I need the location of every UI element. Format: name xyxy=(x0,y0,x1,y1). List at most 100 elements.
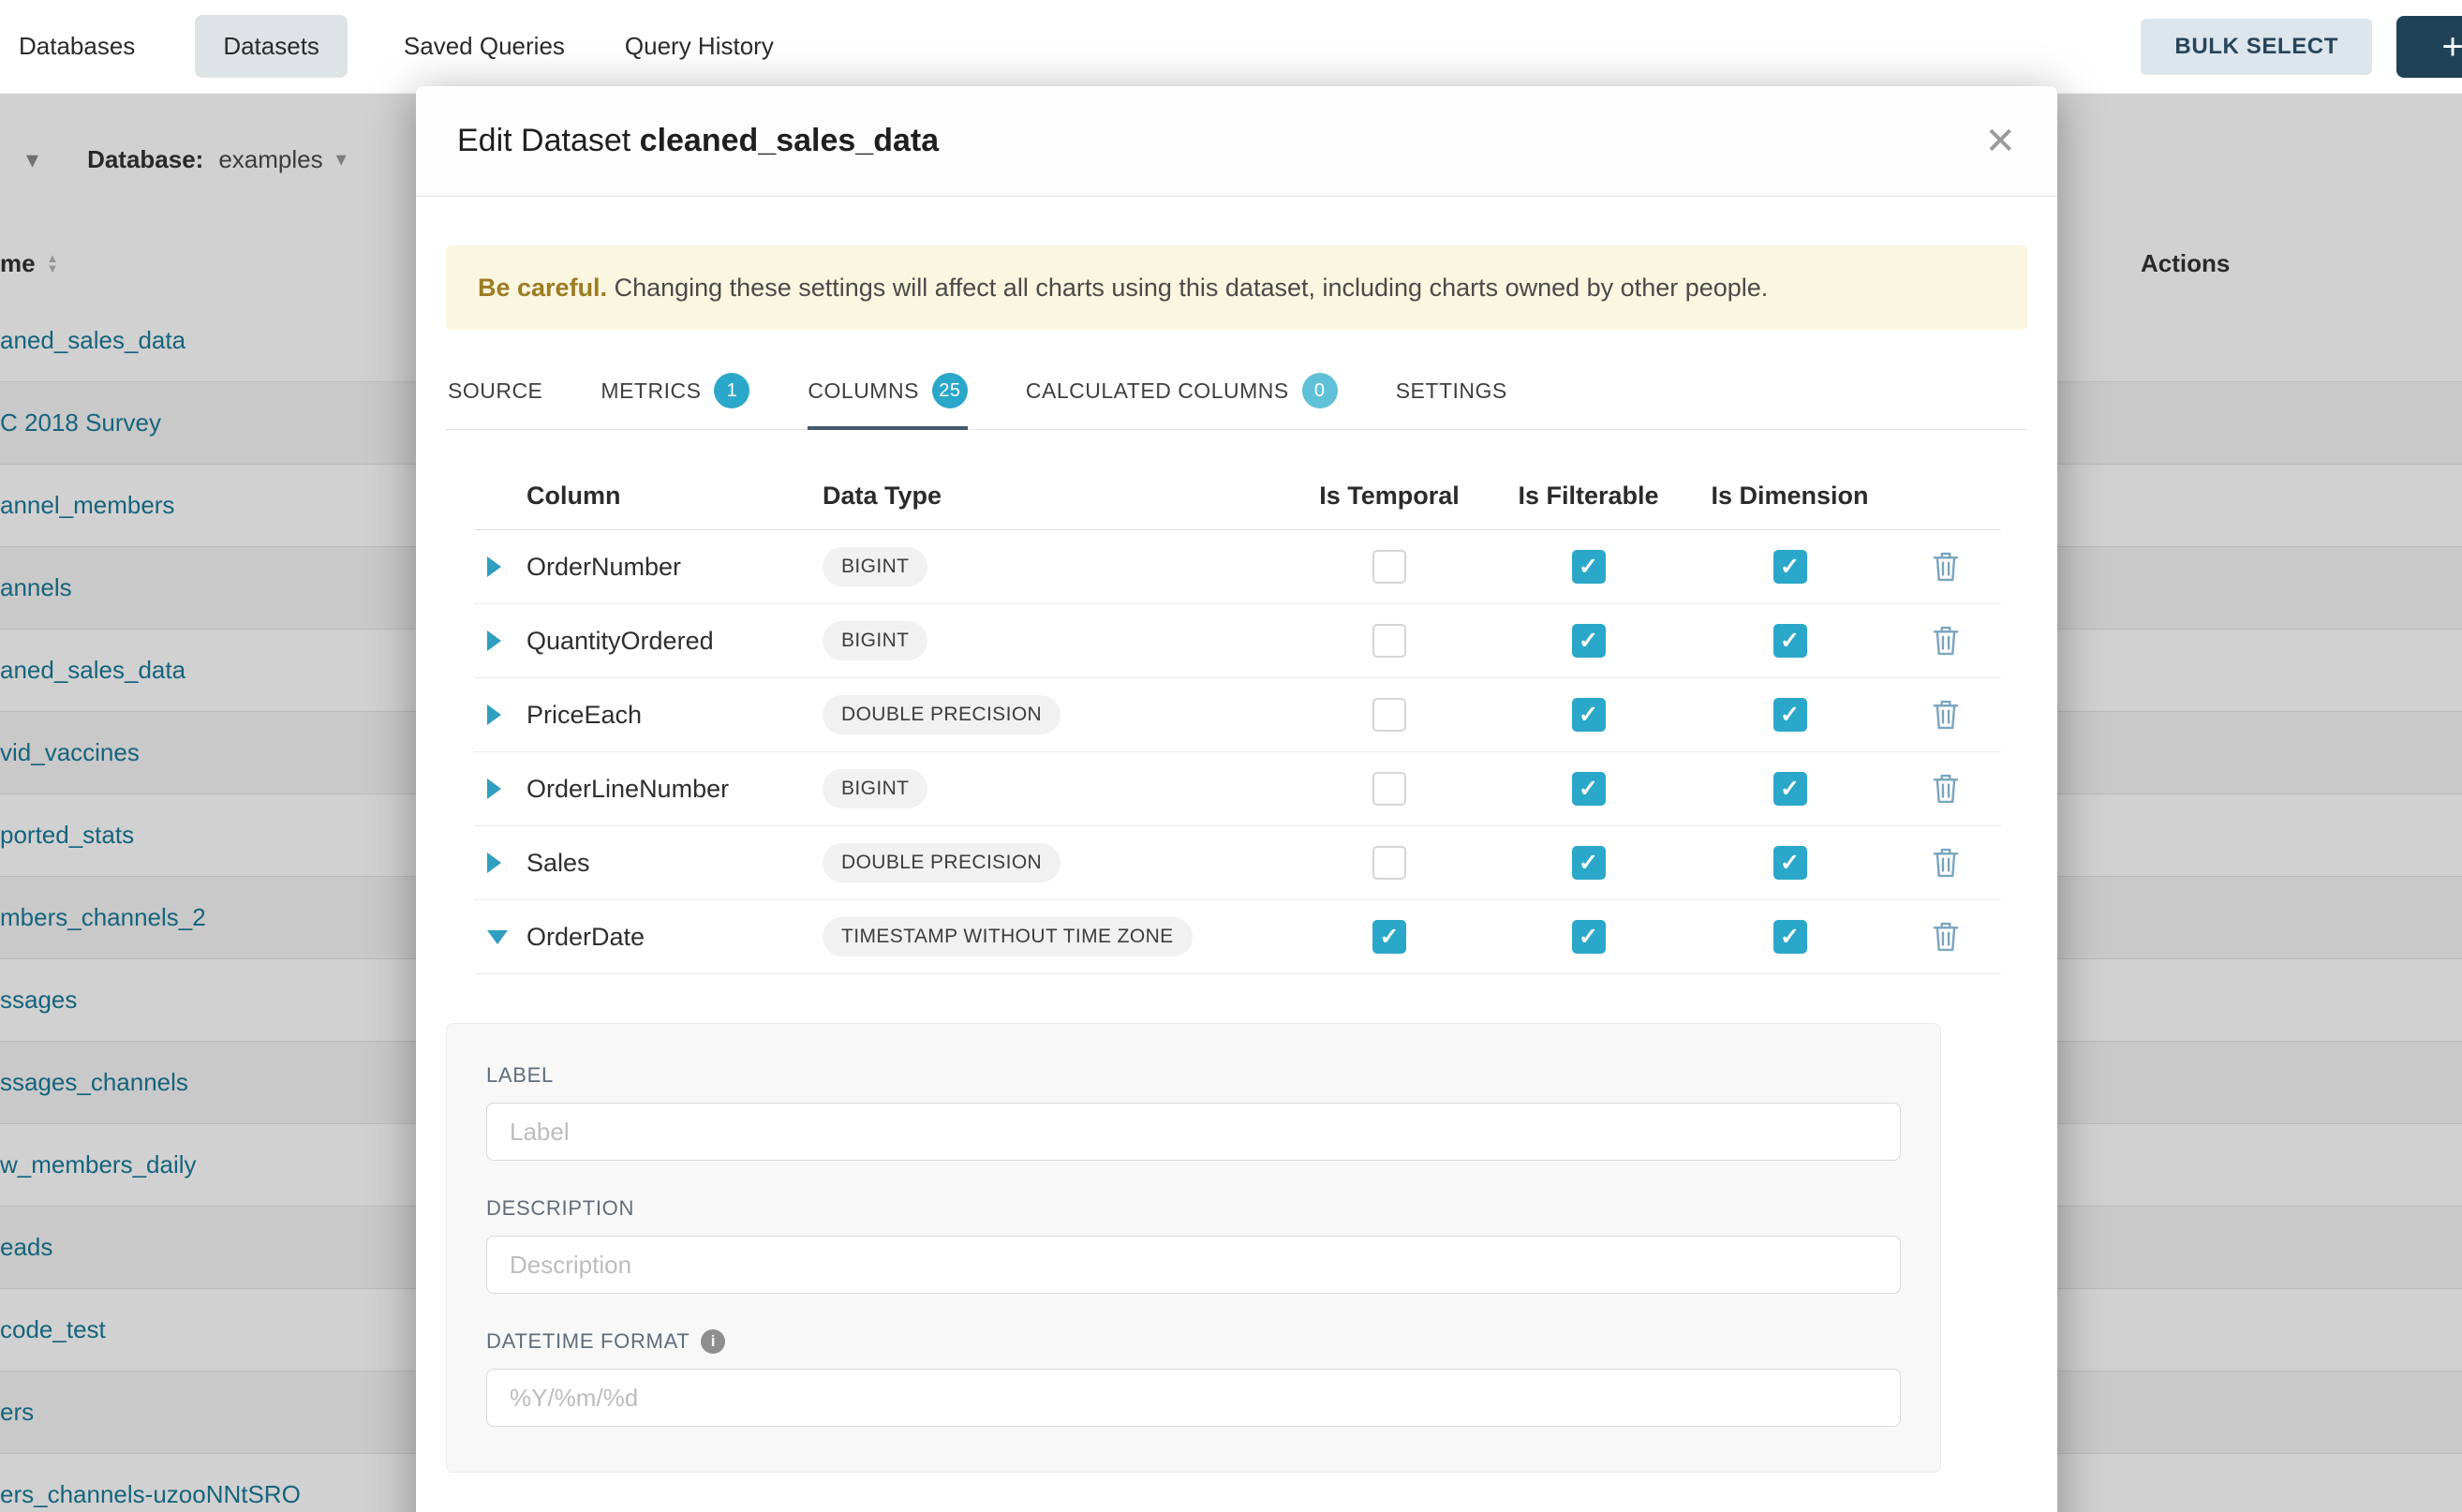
is-dimension-checkbox[interactable]: ✓ xyxy=(1773,698,1807,732)
tab-source-label: SOURCE xyxy=(448,378,542,404)
add-dataset-button[interactable]: + xyxy=(2396,16,2462,78)
trash-icon xyxy=(1932,625,1960,657)
tab-settings[interactable]: SETTINGS xyxy=(1396,350,1507,429)
data-type-pill: DOUBLE PRECISION xyxy=(823,695,1060,734)
is-filterable-checkbox[interactable]: ✓ xyxy=(1572,772,1606,806)
trash-icon xyxy=(1932,551,1960,583)
column-name: PriceEach xyxy=(527,701,823,730)
calculated-columns-count-badge: 0 xyxy=(1302,373,1338,408)
warning-banner-text: Changing these settings will affect all … xyxy=(607,274,1768,302)
is-filterable-header: Is Filterable xyxy=(1488,482,1689,511)
tab-metrics[interactable]: METRICS 1 xyxy=(601,350,749,429)
tab-calculated-columns[interactable]: CALCULATED COLUMNS 0 xyxy=(1026,350,1338,429)
collapse-caret-icon[interactable] xyxy=(474,930,527,944)
trash-icon xyxy=(1932,847,1960,879)
is-temporal-checkbox[interactable] xyxy=(1372,772,1406,806)
is-filterable-checkbox[interactable]: ✓ xyxy=(1572,624,1606,658)
tab-calculated-columns-label: CALCULATED COLUMNS xyxy=(1026,378,1289,404)
is-temporal-header: Is Temporal xyxy=(1291,482,1488,511)
tab-metrics-label: METRICS xyxy=(601,378,701,404)
modal-title-prefix: Edit Dataset xyxy=(457,123,630,158)
caret-down-icon xyxy=(487,930,508,944)
column-detail-panel: LABEL DESCRIPTION DATETIME FORMAT i xyxy=(446,1023,1941,1473)
tab-columns-label: COLUMNS xyxy=(808,378,919,404)
delete-column-button[interactable] xyxy=(1891,773,2001,805)
is-filterable-checkbox[interactable]: ✓ xyxy=(1572,550,1606,584)
is-filterable-checkbox[interactable]: ✓ xyxy=(1572,920,1606,954)
tab-settings-label: SETTINGS xyxy=(1396,378,1507,404)
trash-icon xyxy=(1932,699,1960,731)
data-type-header: Data Type xyxy=(823,482,1291,511)
datetime-format-field: DATETIME FORMAT i xyxy=(486,1329,1901,1427)
expand-caret-icon[interactable] xyxy=(474,778,527,799)
caret-right-icon xyxy=(487,704,501,725)
columns-table: Column Data Type Is Temporal Is Filterab… xyxy=(474,462,2001,974)
modal-tabs: SOURCE METRICS 1 COLUMNS 25 CALCULATED C… xyxy=(446,350,2027,430)
is-temporal-checkbox[interactable]: ✓ xyxy=(1372,920,1406,954)
is-temporal-checkbox[interactable] xyxy=(1372,624,1406,658)
info-icon[interactable]: i xyxy=(701,1329,725,1354)
tab-columns[interactable]: COLUMNS 25 xyxy=(808,350,968,429)
is-dimension-checkbox[interactable]: ✓ xyxy=(1773,772,1807,806)
column-name: OrderLineNumber xyxy=(527,775,823,804)
delete-column-button[interactable] xyxy=(1891,847,2001,879)
is-dimension-header: Is Dimension xyxy=(1689,482,1891,511)
column-row: SalesDOUBLE PRECISION✓✓ xyxy=(474,826,2001,900)
column-row: OrderNumberBIGINT ✓ ✓ xyxy=(474,530,2001,604)
app-screen: Databases Datasets Saved Queries Query H… xyxy=(0,0,2462,1512)
column-row: OrderDateTIMESTAMP WITHOUT TIME ZONE ✓ ✓ ✓ xyxy=(474,900,2001,974)
column-name: OrderNumber xyxy=(527,553,823,582)
is-filterable-checkbox[interactable]: ✓ xyxy=(1572,846,1606,880)
column-name: Sales xyxy=(527,849,823,878)
caret-right-icon xyxy=(487,630,501,651)
data-type-pill: BIGINT xyxy=(823,769,927,808)
delete-column-button[interactable] xyxy=(1891,921,2001,953)
columns-table-header-row: Column Data Type Is Temporal Is Filterab… xyxy=(474,462,2001,530)
warning-banner: Be careful. Changing these settings will… xyxy=(446,245,2027,330)
data-type-pill: TIMESTAMP WITHOUT TIME ZONE xyxy=(823,917,1193,956)
expand-caret-icon[interactable] xyxy=(474,630,527,651)
expand-caret-icon[interactable] xyxy=(474,704,527,725)
data-type-pill: BIGINT xyxy=(823,547,927,586)
nav-item-saved-queries[interactable]: Saved Queries xyxy=(404,32,565,61)
modal-body: Be careful. Changing these settings will… xyxy=(416,245,2057,1473)
caret-right-icon xyxy=(487,778,501,799)
nav-item-query-history[interactable]: Query History xyxy=(625,32,774,61)
label-input[interactable] xyxy=(486,1103,1901,1161)
description-input[interactable] xyxy=(486,1236,1901,1294)
column-row: PriceEachDOUBLE PRECISION ✓ ✓ xyxy=(474,678,2001,752)
is-dimension-checkbox[interactable]: ✓ xyxy=(1773,920,1807,954)
modal-dataset-name: cleaned_sales_data xyxy=(640,123,939,158)
nav-item-datasets[interactable]: Datasets xyxy=(195,15,348,78)
is-temporal-checkbox[interactable] xyxy=(1372,846,1406,880)
column-name: OrderDate xyxy=(527,923,823,952)
delete-column-button[interactable] xyxy=(1891,699,2001,731)
datetime-format-label-text: DATETIME FORMAT xyxy=(486,1329,690,1354)
close-icon[interactable]: ✕ xyxy=(1984,123,2016,160)
is-temporal-checkbox[interactable] xyxy=(1372,550,1406,584)
columns-table-body: OrderNumberBIGINT✓✓ QuantityOrderedBIGIN… xyxy=(474,530,2001,974)
columns-count-badge: 25 xyxy=(932,373,968,408)
description-field-label: DESCRIPTION xyxy=(486,1196,1901,1221)
expand-caret-icon[interactable] xyxy=(474,556,527,577)
delete-column-button[interactable] xyxy=(1891,551,2001,583)
column-row: QuantityOrderedBIGINT ✓ ✓ xyxy=(474,604,2001,678)
is-dimension-checkbox[interactable]: ✓ xyxy=(1773,550,1807,584)
datetime-format-input[interactable] xyxy=(486,1369,1901,1427)
plus-icon: + xyxy=(2441,28,2462,66)
is-dimension-checkbox[interactable]: ✓ xyxy=(1773,846,1807,880)
caret-right-icon xyxy=(487,556,501,577)
column-row: OrderLineNumberBIGINT ✓ ✓ xyxy=(474,752,2001,826)
tab-source[interactable]: SOURCE xyxy=(448,350,542,429)
data-type-pill: BIGINT xyxy=(823,621,927,660)
nav-item-databases[interactable]: Databases xyxy=(19,32,135,61)
column-name: QuantityOrdered xyxy=(527,627,823,656)
is-filterable-checkbox[interactable]: ✓ xyxy=(1572,698,1606,732)
column-header: Column xyxy=(527,482,823,511)
is-temporal-checkbox[interactable] xyxy=(1372,698,1406,732)
bulk-select-button[interactable]: BULK SELECT xyxy=(2141,19,2372,75)
delete-column-button[interactable] xyxy=(1891,625,2001,657)
modal-title: Edit Dataset cleaned_sales_data xyxy=(457,123,939,159)
expand-caret-icon[interactable] xyxy=(474,852,527,873)
is-dimension-checkbox[interactable]: ✓ xyxy=(1773,624,1807,658)
